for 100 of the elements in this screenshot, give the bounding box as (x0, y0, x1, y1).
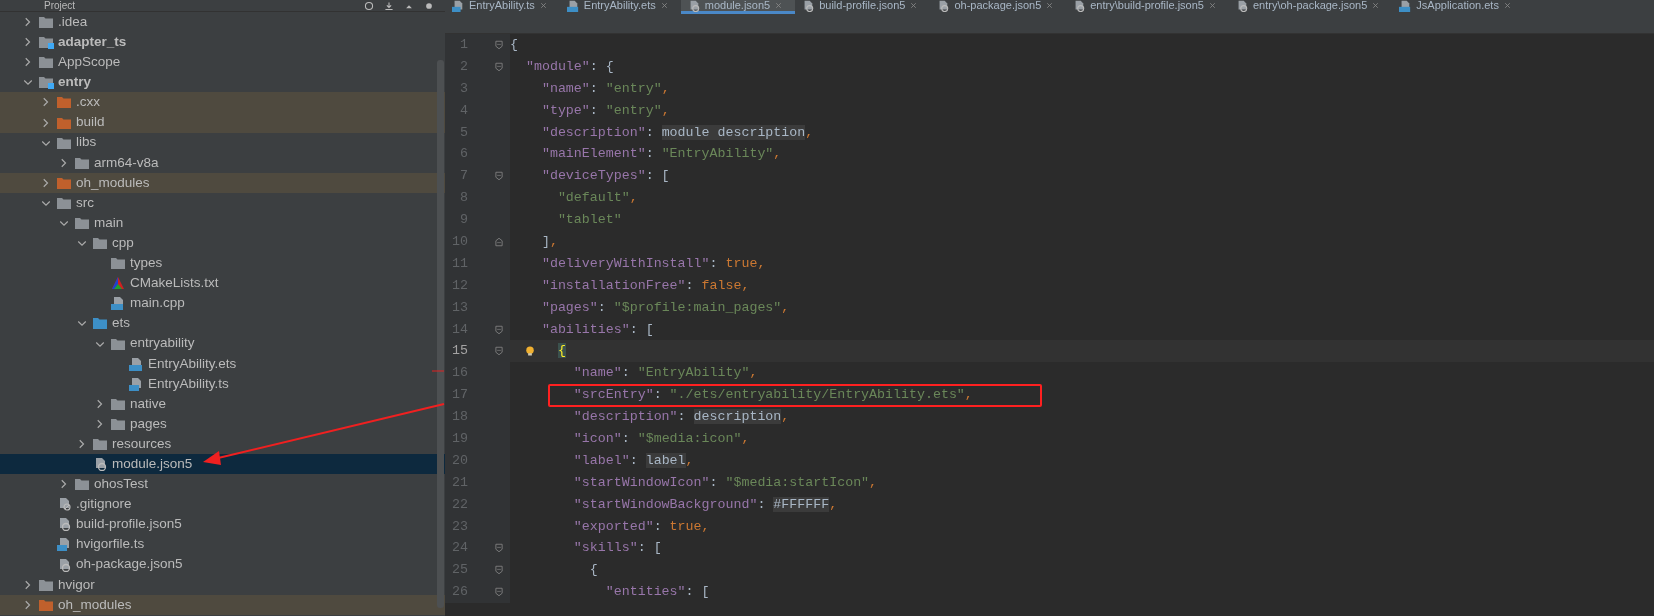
tree-item[interactable]: src (0, 192, 445, 213)
folder-icon (110, 256, 126, 271)
close-icon[interactable] (774, 1, 784, 10)
code-line: "deviceTypes": [ (540, 167, 671, 186)
folder-icon (38, 55, 54, 70)
tree-item[interactable]: adapter_ts (0, 32, 445, 53)
target-icon[interactable] (363, 0, 375, 11)
ets-file-icon (1398, 0, 1413, 12)
tree-item[interactable]: .gitignore (0, 494, 445, 515)
code-line: "installationFree": false, (540, 276, 751, 295)
code-line: "name": "entry", (540, 79, 671, 98)
close-icon[interactable] (1371, 1, 1381, 10)
tree-item[interactable]: build (0, 112, 445, 133)
editor-tab[interactable]: oh-package.json5 (930, 0, 1067, 14)
module-folder-icon (38, 35, 54, 50)
tree-item[interactable]: EntryAbility.ets (0, 353, 445, 374)
code-line: "module": { (524, 57, 615, 76)
tree-item[interactable]: EntryAbility.ts (0, 373, 445, 394)
fold-icon[interactable] (494, 323, 504, 336)
tree-item[interactable]: main (0, 212, 445, 234)
tree-item[interactable]: ohosTest (0, 474, 445, 495)
close-icon[interactable] (1045, 1, 1055, 10)
collapse-icon[interactable] (383, 0, 395, 11)
tree-item[interactable]: libs (0, 132, 445, 153)
editor-tab[interactable]: entry\oh-package.json5 (1229, 0, 1393, 14)
tree-item[interactable]: native (0, 393, 445, 414)
close-icon[interactable] (1208, 1, 1217, 10)
folder-icon (110, 416, 126, 431)
editor-tab[interactable]: EntryAbility.ts (445, 0, 560, 14)
folder-icon (56, 135, 72, 150)
code-line: { (510, 36, 519, 54)
tree-item[interactable]: types (0, 253, 445, 274)
tree-item[interactable]: CMakeLists.txt (0, 273, 445, 294)
folder-icon (56, 195, 72, 210)
triangle-icon (110, 276, 126, 291)
code-line: { (588, 561, 599, 580)
fold-icon[interactable] (494, 60, 504, 73)
code-line: "startWindowIcon": "$media:startIcon", (572, 473, 879, 492)
tree-item[interactable]: .cxx (0, 92, 445, 113)
close-icon[interactable] (538, 1, 548, 10)
editor-tab[interactable]: EntryAbility.ets (559, 0, 681, 14)
tree-item[interactable]: oh_modules (0, 594, 445, 615)
code-line: "name": "EntryAbility", (572, 364, 759, 383)
folder-icon (74, 216, 90, 230)
folder-icon (38, 15, 54, 30)
code-line: "default", (556, 189, 639, 208)
tree-item[interactable]: main.cpp (0, 293, 445, 314)
fold-end-icon[interactable] (494, 236, 504, 248)
tree-item[interactable]: resources (0, 433, 445, 455)
tree-item[interactable]: .idea (0, 12, 445, 33)
folder-icon (56, 115, 72, 130)
code-line: "label": label, (572, 451, 695, 470)
close-icon[interactable] (1502, 1, 1512, 10)
fold-icon[interactable] (494, 586, 504, 599)
ts-file-icon (451, 0, 465, 12)
folder-icon (56, 175, 72, 190)
code-line: ], (540, 233, 559, 251)
tree-item[interactable]: entry (0, 72, 445, 93)
ets-file-icon (565, 0, 580, 12)
ets-file-icon (128, 356, 144, 371)
tree-item[interactable]: entryability (0, 333, 445, 354)
folder-icon (110, 396, 126, 411)
tree-item[interactable]: hvigor (0, 574, 445, 595)
tree-item[interactable]: oh-package.json5 (0, 554, 445, 575)
code-line: "startWindowBackground": #FFFFFF, (572, 495, 839, 514)
ts-file-icon (56, 537, 72, 552)
tree-item[interactable]: build-profile.json5 (0, 514, 445, 535)
tree-item[interactable]: ets (0, 313, 445, 334)
panel-title[interactable]: Project (44, 0, 76, 11)
code-line: "icon": "$media:icon", (572, 430, 751, 449)
tree-item[interactable]: AppScope (0, 52, 445, 73)
tree-item[interactable]: oh_modules (0, 172, 445, 193)
tree-item[interactable]: pages (0, 413, 445, 434)
code-line: "entities": [ (604, 583, 711, 602)
code-line: "exported": true, (572, 517, 711, 536)
code-line: "srcEntry": "./ets/entryability/EntryAbility.ets", (510, 384, 1654, 407)
cpp-file-icon (110, 296, 126, 311)
tree-item[interactable]: cpp (0, 233, 445, 254)
editor-tab[interactable]: build-profile.json5 (795, 0, 931, 14)
fold-icon[interactable] (494, 39, 504, 51)
editor-tab[interactable]: JsApplication.ets (1392, 0, 1524, 14)
fold-icon[interactable] (494, 345, 504, 358)
tree-item[interactable]: module.json5 (0, 454, 445, 475)
editor-tab[interactable]: entry\build-profile.json5 (1066, 0, 1229, 14)
ts-file-icon (128, 376, 144, 391)
close-icon[interactable] (659, 1, 669, 10)
code-line: "deliveryWithInstall": true, (540, 254, 767, 273)
fold-icon[interactable] (494, 542, 504, 555)
folder-icon (92, 316, 108, 331)
annotation-line (431, 370, 445, 372)
close-icon[interactable] (909, 1, 919, 10)
tree-item[interactable]: hvigorfile.ts (0, 534, 445, 555)
tree-item[interactable]: arm64-v8a (0, 152, 445, 173)
fold-icon[interactable] (494, 170, 504, 183)
fold-icon[interactable] (494, 564, 504, 577)
folder-icon (38, 597, 54, 612)
folder-icon (74, 477, 90, 492)
folder-icon (56, 95, 72, 110)
editor-tab[interactable]: module.json5 (680, 0, 796, 14)
scrollbar[interactable] (437, 60, 444, 608)
